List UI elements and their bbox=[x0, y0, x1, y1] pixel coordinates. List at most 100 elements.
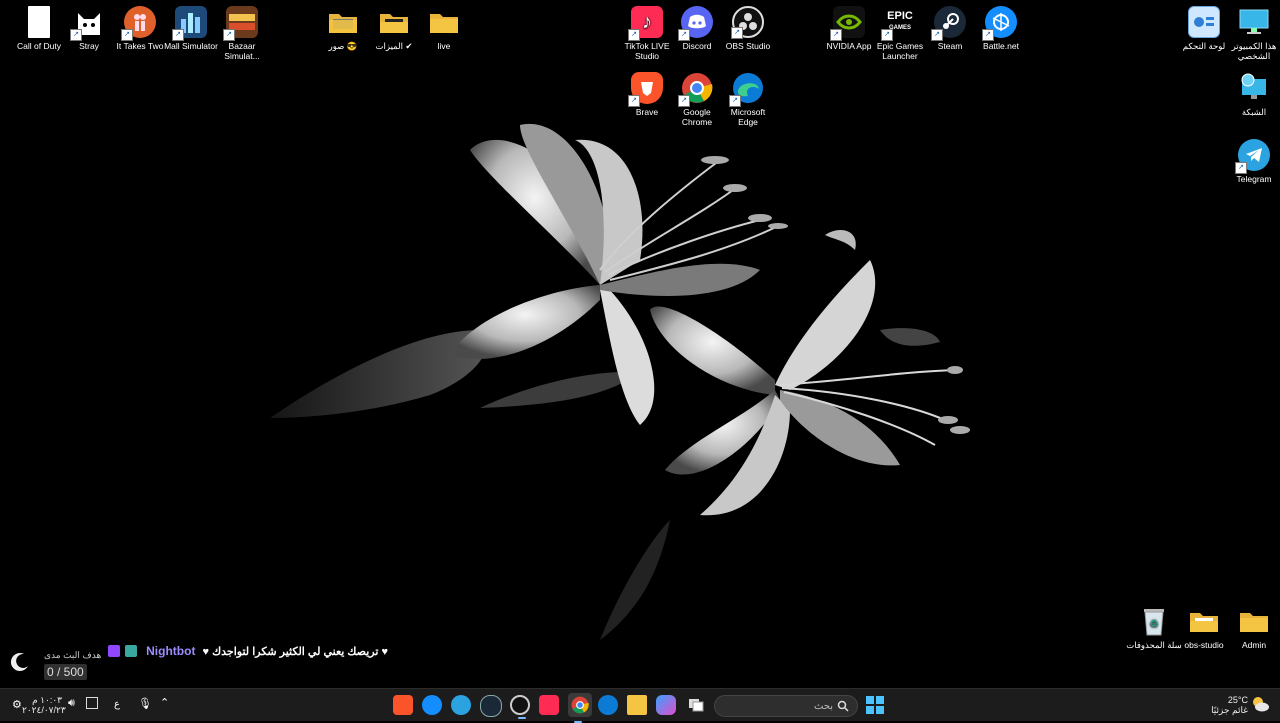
desktop-icon-network[interactable]: الشبكة bbox=[1226, 72, 1280, 117]
desktop-icon-google-chrome[interactable]: ↗ Google Chrome bbox=[669, 72, 725, 127]
desktop-icon-steam[interactable]: ↗ Steam bbox=[922, 6, 978, 51]
desktop-icon-discord[interactable]: ↗ Discord bbox=[669, 6, 725, 51]
clock[interactable]: ١٠:٠٣ م ٢٠٢٤/٠٧/٢٣ bbox=[22, 695, 66, 715]
taskbar-obs[interactable] bbox=[510, 695, 530, 719]
search-icon bbox=[837, 700, 849, 712]
network-icon bbox=[1238, 72, 1270, 104]
icon-label: Telegram bbox=[1236, 174, 1272, 184]
recycle-bin-icon: ♻ bbox=[1138, 605, 1170, 637]
icon-label: Steam bbox=[937, 41, 963, 51]
weather-desc: غائم جزئيًا bbox=[1211, 705, 1248, 715]
edge-icon: ↗ bbox=[729, 72, 764, 107]
taskbar-search-input[interactable]: بحث bbox=[714, 695, 858, 717]
taskbar-battlenet[interactable] bbox=[422, 695, 442, 715]
desktop-icon-battlenet[interactable]: ↗ Battle.net bbox=[973, 6, 1029, 51]
tiktok-icon: ♪ ↗ bbox=[628, 6, 663, 41]
chat-message: Nightbot ♥ تريصك يعني لي الكثير شكرا لتو… bbox=[108, 644, 388, 658]
chat-username: Nightbot bbox=[146, 644, 196, 658]
desktop-icon-it-takes-two[interactable]: ↗ It Takes Two bbox=[112, 6, 168, 51]
microphone-icon[interactable]: 🎙︎ bbox=[138, 697, 152, 710]
icon-label: OBS Studio bbox=[725, 41, 771, 51]
monitor-icon bbox=[1238, 6, 1270, 38]
taskbar-steam[interactable] bbox=[480, 695, 502, 717]
desktop-folder-admin[interactable]: Admin bbox=[1226, 605, 1280, 650]
stream-chat-overlay: هدف البث مدى 0 / 500 Nightbot ♥ تريصك يع… bbox=[0, 638, 388, 682]
icon-label: Battle.net bbox=[983, 41, 1019, 51]
icon-label: صور 😎 bbox=[328, 41, 358, 51]
input-language[interactable]: ع bbox=[114, 699, 120, 710]
nvidia-icon: ↗ bbox=[830, 6, 865, 41]
icon-label: obs-studio bbox=[1184, 640, 1224, 650]
desktop-icon-nvidia-app[interactable]: ↗ NVIDIA App bbox=[821, 6, 877, 51]
icon-label: Admin bbox=[1241, 640, 1267, 650]
moon-icon bbox=[10, 653, 28, 672]
icon-label: الشبكة bbox=[1241, 107, 1267, 117]
folder-icon bbox=[1238, 605, 1270, 637]
icon-label: Brave bbox=[635, 107, 659, 117]
taskbar-tiktok[interactable] bbox=[539, 695, 559, 715]
folder-icon bbox=[1188, 605, 1220, 637]
taskbar-telegram[interactable] bbox=[451, 695, 471, 715]
desktop-icon-microsoft-edge[interactable]: ↗ Microsoft Edge bbox=[720, 72, 776, 127]
desktop-icon-telegram[interactable]: ↗ Telegram bbox=[1226, 139, 1280, 184]
desktop-icon-tiktok-live-studio[interactable]: ♪ ↗ TikTok LIVE Studio bbox=[619, 6, 675, 61]
desktop-icon-bazaar-simulator[interactable]: ↗ Bazaar Simulat... bbox=[214, 6, 270, 61]
clock-time: ١٠:٠٣ م bbox=[32, 695, 62, 705]
desktop-icon-brave[interactable]: ↗ Brave bbox=[619, 72, 675, 117]
battlenet-icon: ↗ bbox=[982, 6, 1017, 41]
taskbar: ١٠:٠٣ م ٢٠٢٤/٠٧/٢٣ ⚙ 🔊︎ ع 🎙︎ ⌃ بحث 25°C … bbox=[0, 688, 1280, 723]
desktop-icon-mall-simulator[interactable]: ↗ Mall Simulator bbox=[163, 6, 219, 51]
icon-label: Discord bbox=[682, 41, 712, 51]
icon-label: Bazaar Simulat... bbox=[224, 41, 260, 61]
desktop-folder-live[interactable]: live bbox=[416, 6, 472, 51]
desktop-icon-recycle-bin[interactable]: ♻ سلة المحذوفات bbox=[1126, 605, 1182, 650]
icon-label: It Takes Two bbox=[116, 41, 164, 51]
desktop-folder-features[interactable]: الميزات ✔ bbox=[366, 6, 422, 51]
speaker-icon[interactable]: 🔊︎ bbox=[68, 697, 75, 710]
partly-cloudy-icon bbox=[1253, 697, 1269, 712]
it-takes-two-icon: ↗ bbox=[121, 6, 156, 41]
chevron-up-icon[interactable]: ⌃ bbox=[160, 696, 169, 709]
desktop-icon-epic-games-launcher[interactable]: EPIC GAMES ↗ Epic Games Launcher bbox=[872, 6, 928, 62]
desktop-folder-obs-studio[interactable]: obs-studio bbox=[1176, 605, 1232, 650]
discord-icon: ↗ bbox=[678, 6, 713, 41]
desktop-icon-call-of-duty[interactable]: Call of Duty bbox=[11, 6, 67, 51]
taskbar-chrome[interactable] bbox=[568, 693, 592, 723]
icon-label: Call of Duty bbox=[17, 41, 61, 51]
epic-icon: EPIC GAMES ↗ bbox=[881, 6, 916, 41]
taskbar-edge[interactable] bbox=[598, 695, 618, 715]
stream-goal-count: 0 / 500 bbox=[44, 664, 87, 680]
mall-simulator-icon: ↗ bbox=[172, 6, 207, 41]
icon-label: TikTok LIVE Studio bbox=[624, 41, 670, 61]
desktop-icon-stray[interactable]: ↗ Stray bbox=[61, 6, 117, 51]
windows-logo-icon bbox=[866, 696, 884, 714]
settings-gear-icon[interactable]: ⚙ bbox=[12, 698, 22, 711]
telegram-icon: ↗ bbox=[1235, 139, 1270, 174]
folder-icon bbox=[428, 6, 460, 38]
search-placeholder: بحث bbox=[813, 701, 833, 712]
brave-icon: ↗ bbox=[628, 72, 663, 107]
desktop-icon-control-panel[interactable]: لوحة التحكم bbox=[1176, 6, 1232, 51]
taskbar-file-explorer[interactable] bbox=[627, 695, 647, 715]
icon-label: NVIDIA App bbox=[826, 41, 872, 51]
desktop-icon-obs-studio[interactable]: ↗ OBS Studio bbox=[720, 6, 776, 51]
svg-text:♻: ♻ bbox=[1150, 619, 1159, 630]
start-button[interactable] bbox=[865, 695, 885, 715]
stream-goal-label: هدف البث مدى bbox=[44, 650, 102, 660]
icon-label: Epic Games Launcher bbox=[876, 41, 924, 61]
icon-label: هذا الكمبيوتر الشخصي bbox=[1231, 41, 1277, 61]
weather-temp: 25°C bbox=[1227, 695, 1248, 705]
folder-icon bbox=[327, 6, 359, 38]
chat-text: ♥ تريصك يعني لي الكثير شكرا لتواجدك ♥ bbox=[202, 646, 389, 658]
weather-widget[interactable]: 25°C غائم جزئيًا bbox=[1200, 695, 1248, 715]
icon-label: live bbox=[437, 41, 451, 51]
taskbar-brave[interactable] bbox=[393, 695, 413, 715]
control-panel-icon bbox=[1188, 6, 1220, 38]
icon-label: لوحة التحكم bbox=[1182, 41, 1226, 51]
taskbar-copilot[interactable] bbox=[656, 695, 676, 715]
icon-label: Mall Simulator bbox=[164, 41, 218, 51]
desktop-icon-this-pc[interactable]: هذا الكمبيوتر الشخصي bbox=[1226, 6, 1280, 61]
taskbar-task-view[interactable] bbox=[686, 695, 706, 715]
desktop-folder-photos[interactable]: صور 😎 bbox=[315, 6, 371, 51]
notification-icon[interactable] bbox=[86, 697, 98, 709]
